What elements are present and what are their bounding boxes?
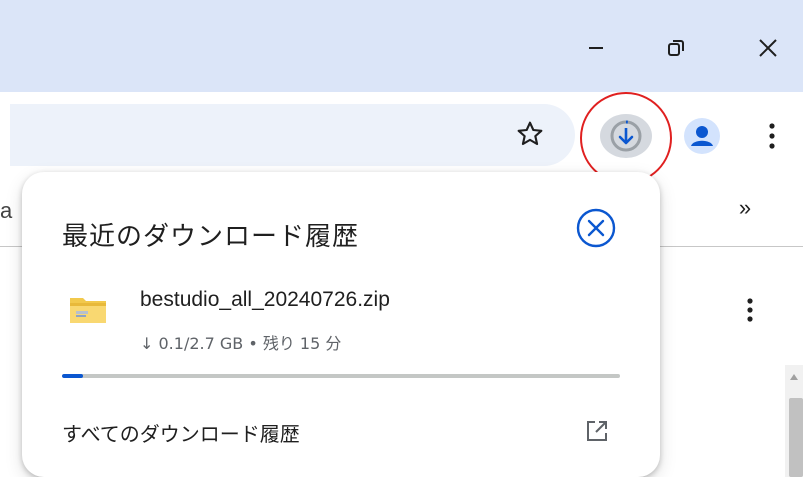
open-in-new-icon xyxy=(587,421,607,441)
open-in-new-button[interactable] xyxy=(584,418,610,444)
minimize-icon xyxy=(589,47,603,49)
bookmark-button[interactable] xyxy=(514,118,546,150)
highlight-ring xyxy=(580,92,672,184)
more-vertical-icon xyxy=(747,298,753,322)
download-status: ↓ 0.1/2.7 GB • 残り 15 分 xyxy=(140,334,342,353)
address-bar[interactable] xyxy=(10,104,575,166)
partial-tab-text: a xyxy=(0,198,13,223)
panel-title: 最近のダウンロード履歴 xyxy=(62,222,360,252)
downloads-panel: 最近のダウンロード履歴 bestudio_all_20240726.zip ↓ … xyxy=(22,172,660,477)
scrollbar-thumb[interactable] xyxy=(789,398,803,477)
close-icon xyxy=(759,39,777,57)
browser-menu-button[interactable] xyxy=(756,118,788,154)
bookmarks-overflow-button[interactable]: » xyxy=(733,196,757,220)
close-circle-icon xyxy=(576,208,616,248)
restore-icon xyxy=(668,40,684,56)
folder-zip-icon xyxy=(68,292,108,326)
minimize-button[interactable] xyxy=(576,28,616,68)
page-menu-button[interactable] xyxy=(740,296,760,326)
profile-button[interactable] xyxy=(682,116,722,156)
more-vertical-icon xyxy=(769,123,775,149)
window-close-button[interactable] xyxy=(748,28,788,68)
download-file-name[interactable]: bestudio_all_20240726.zip xyxy=(140,288,390,312)
panel-close-button[interactable] xyxy=(574,206,618,250)
restore-button[interactable] xyxy=(656,28,696,68)
divider xyxy=(660,246,803,247)
download-progress-fill xyxy=(62,374,83,378)
scroll-up-arrow-icon[interactable] xyxy=(789,372,799,382)
person-icon xyxy=(684,118,720,154)
all-downloads-link[interactable]: すべてのダウンロード履歴 xyxy=(62,418,300,447)
star-icon xyxy=(517,121,543,146)
download-progress-bar xyxy=(62,374,620,378)
